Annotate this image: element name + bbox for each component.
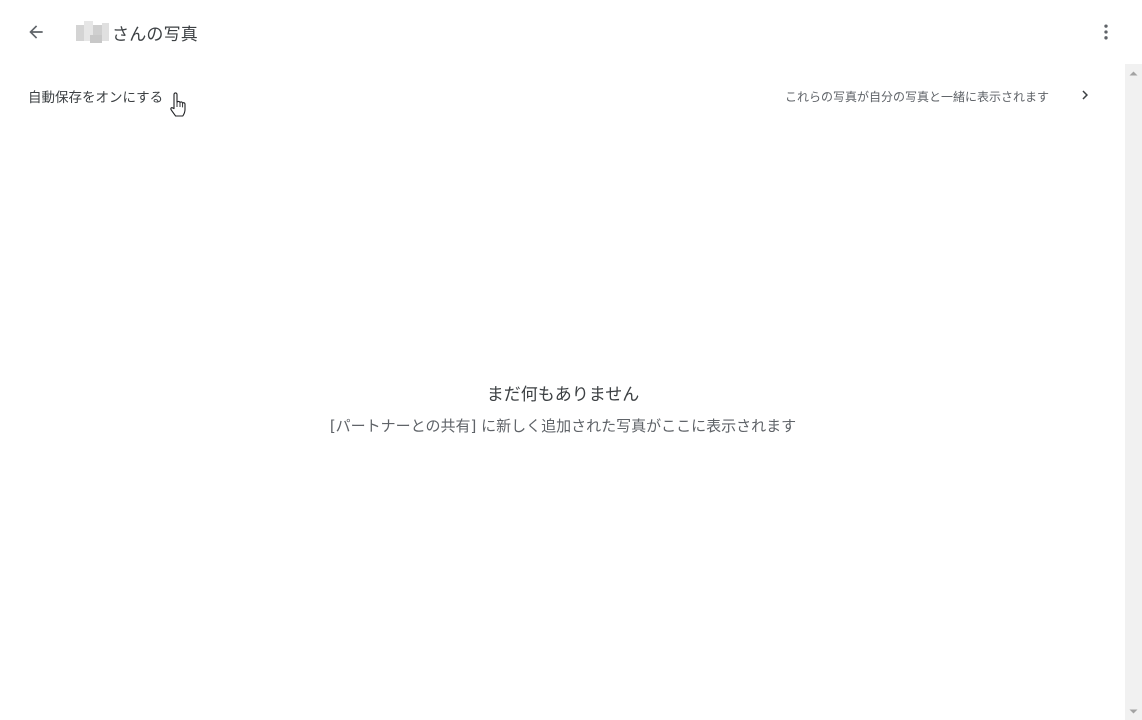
more-vert-icon: [1104, 24, 1108, 40]
hand-pointer-cursor-icon: [170, 92, 186, 117]
scroll-down-button[interactable]: [1125, 703, 1142, 720]
vertical-scrollbar[interactable]: [1125, 64, 1142, 720]
more-options-button[interactable]: [1090, 14, 1122, 50]
info-chevron-button[interactable]: [1074, 84, 1096, 106]
scroll-up-button[interactable]: [1125, 64, 1142, 81]
scroll-down-arrow-icon: [1129, 709, 1138, 713]
empty-state-title: まだ何もありません: [486, 385, 640, 405]
action-row: 自動保存をオンにする これらの写真が自分の写真と一緒に表示されます: [0, 78, 1120, 117]
back-button[interactable]: [18, 14, 54, 50]
arrow-left-icon: [29, 25, 43, 39]
chevron-right-icon: [1082, 90, 1088, 100]
scroll-up-arrow-icon: [1129, 71, 1138, 75]
info-text: これらの写真が自分の写真と一緒に表示されます: [784, 90, 1049, 104]
app-header: さんの写真: [0, 0, 1142, 64]
page-title-group: さんの写真: [76, 17, 198, 47]
page-title: さんの写真: [112, 24, 198, 45]
blurred-name-image: [76, 19, 110, 45]
shared-photos-page: さんの写真 自動保存をオンにする これらの写真が自分の写真と一緒に表示されます …: [0, 0, 1142, 720]
autosave-toggle-link[interactable]: 自動保存をオンにする: [28, 86, 163, 106]
empty-state: まだ何もありません [パートナーとの共有] に新しく追加された写真がここに表示さ…: [0, 380, 1126, 436]
empty-state-description: [パートナーとの共有] に新しく追加された写真がここに表示されます: [329, 417, 797, 435]
